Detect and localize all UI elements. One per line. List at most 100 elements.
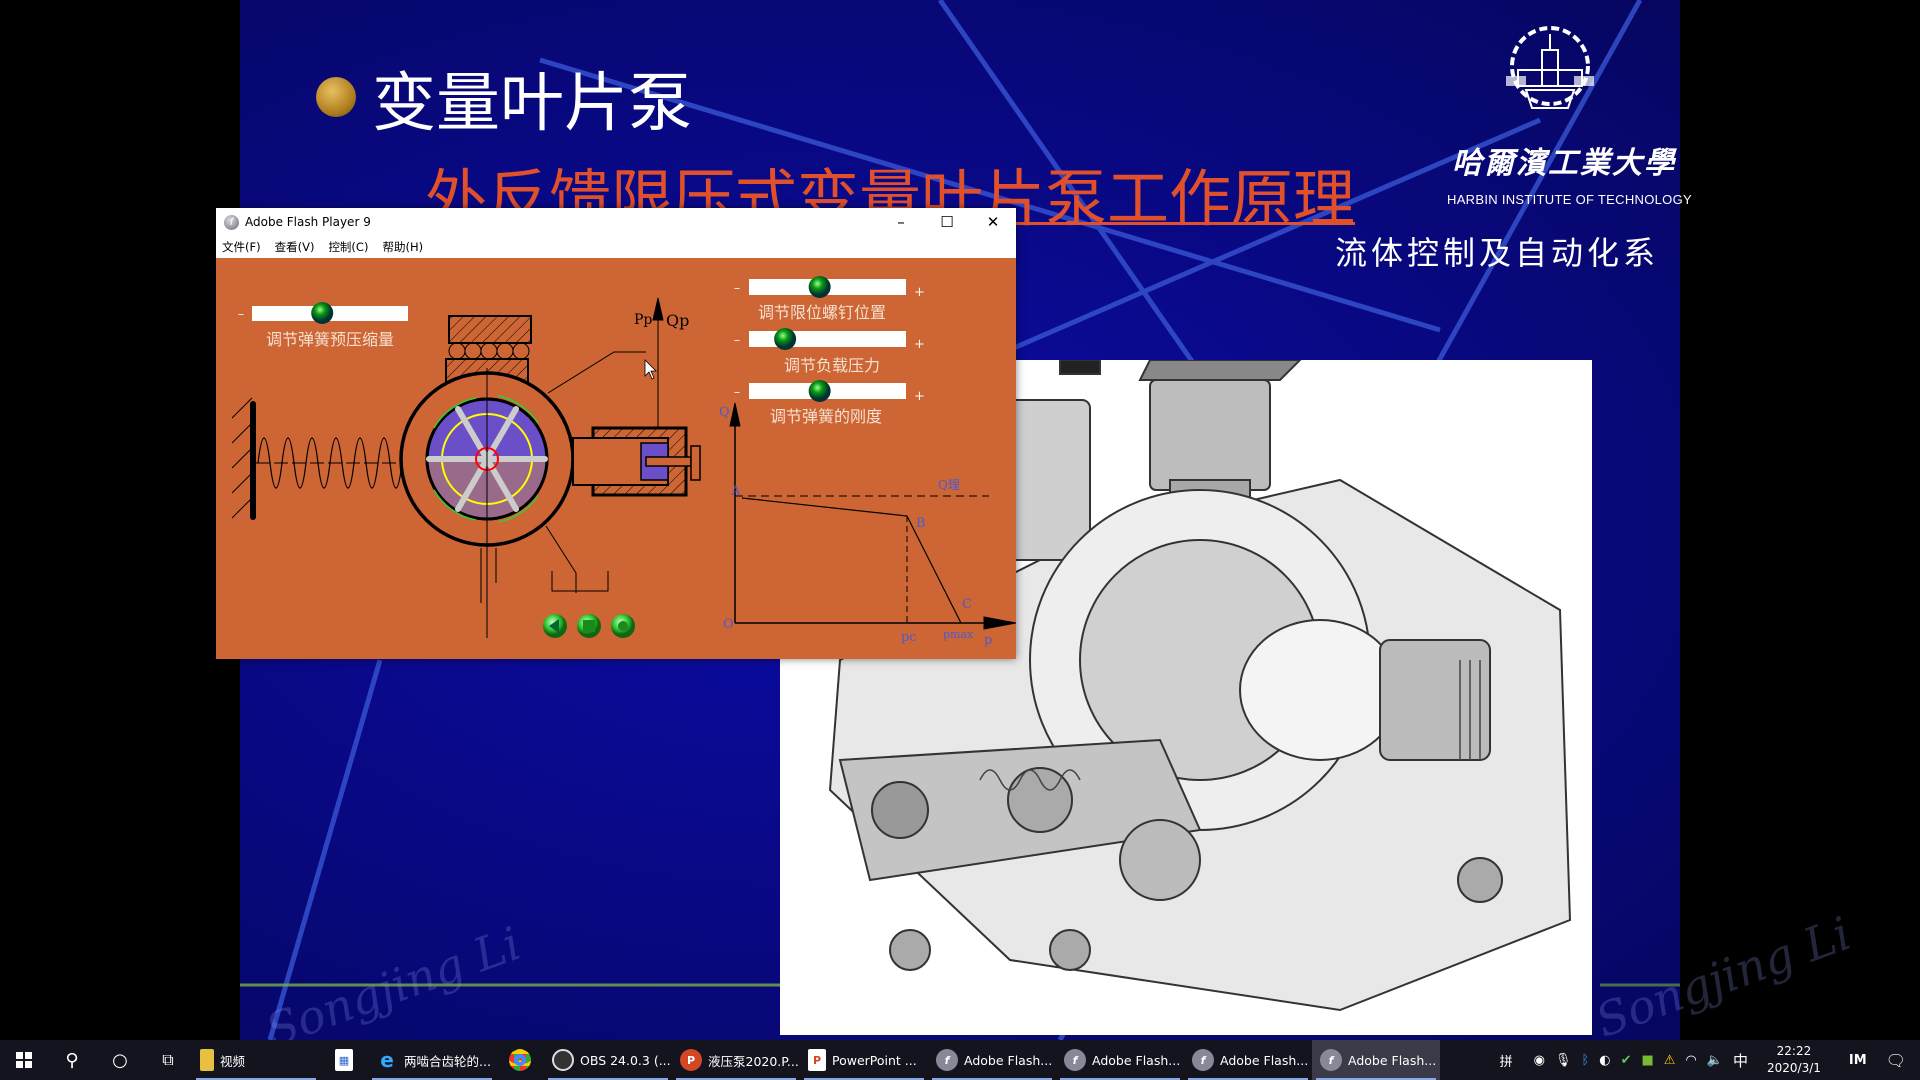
volume-icon[interactable]: 🔈 xyxy=(1707,1053,1723,1068)
slider-minus[interactable]: – xyxy=(734,385,740,399)
notification-icon[interactable]: 🗨 xyxy=(1886,1051,1906,1070)
menu-control[interactable]: 控制(C) xyxy=(328,239,368,255)
menu-view[interactable]: 查看(V) xyxy=(275,239,315,255)
bullet-icon xyxy=(316,77,356,117)
close-button[interactable]: ✕ xyxy=(970,208,1016,236)
menu-bar: 文件(F) 查看(V) 控制(C) 帮助(H) xyxy=(216,236,1016,257)
chrome-icon xyxy=(509,1049,531,1071)
slider-plus[interactable]: + xyxy=(914,285,925,300)
microphone-icon[interactable]: 🎙 xyxy=(1555,1053,1572,1068)
folder-icon xyxy=(200,1049,214,1071)
taskbar-app-flash-3[interactable]: f Adobe Flash... xyxy=(1184,1040,1312,1080)
task-view-icon: ⧉ xyxy=(162,1050,174,1069)
nvidia-icon[interactable]: ■ xyxy=(1642,1053,1654,1068)
language-indicator[interactable]: 中 xyxy=(1733,1050,1748,1071)
search-button[interactable]: ⚲ xyxy=(48,1040,96,1080)
q-axis-label: Q xyxy=(719,405,730,420)
qp-label: Qp xyxy=(666,311,689,330)
task-view-button[interactable]: ⧉ xyxy=(144,1040,192,1080)
taskbar-app-chrome[interactable] xyxy=(496,1040,544,1080)
p-axis-label: p xyxy=(984,633,992,648)
mouse-cursor-icon xyxy=(644,359,657,380)
flash-icon: f xyxy=(1320,1049,1342,1071)
powerpoint-icon: P xyxy=(808,1049,826,1071)
obs-tray-icon[interactable]: ◉ xyxy=(1534,1053,1545,1068)
slider-knob[interactable] xyxy=(311,302,334,324)
taskbar-app-obs[interactable]: OBS 24.0.3 (... xyxy=(544,1040,672,1080)
flash-player-window: f Adobe Flash Player 9 – ☐ ✕ 文件(F) 查看(V)… xyxy=(216,208,1017,659)
taskbar-app-powerpoint[interactable]: P PowerPoint ... xyxy=(800,1040,928,1080)
slider-minus[interactable]: – xyxy=(734,281,740,295)
minimize-button[interactable]: – xyxy=(878,208,924,236)
slider-label: 调节弹簧预压缩量 xyxy=(266,330,394,349)
menu-file[interactable]: 文件(F) xyxy=(222,239,261,255)
start-button[interactable] xyxy=(0,1040,48,1080)
slider-minus[interactable]: – xyxy=(238,307,244,321)
pmax-label: pmax xyxy=(943,628,974,641)
cortana-button[interactable]: ○ xyxy=(96,1040,144,1080)
ime-indicator[interactable]: 拼 xyxy=(1500,1051,1513,1070)
slider-label: 调节限位螺钉位置 xyxy=(758,303,886,322)
slider-plus[interactable]: + xyxy=(914,337,925,352)
clock[interactable]: 22:22 2020/3/1 xyxy=(1767,1043,1821,1077)
university-name-cn: 哈爾濱工業大學 xyxy=(1452,146,1676,181)
obs-icon xyxy=(552,1049,574,1071)
input-tray-icon[interactable]: IM xyxy=(1849,1053,1867,1068)
menu-help[interactable]: 帮助(H) xyxy=(382,239,423,255)
pp-label: Pp xyxy=(634,312,652,328)
taskbar-app-folder[interactable]: 视频 xyxy=(192,1040,320,1080)
taskbar-app-flash-2[interactable]: f Adobe Flash... xyxy=(1056,1040,1184,1080)
slider-limit-screw[interactable] xyxy=(749,276,906,298)
slider-knob[interactable] xyxy=(808,380,831,402)
slider-label: 调节负载压力 xyxy=(784,356,880,375)
characteristic-chart xyxy=(729,402,1017,630)
slider-label: 调节弹簧的刚度 xyxy=(770,407,882,426)
taskbar-app-flash-1[interactable]: f Adobe Flash... xyxy=(928,1040,1056,1080)
window-title: Adobe Flash Player 9 xyxy=(245,215,371,229)
taskbar: ⚲ ○ ⧉ 视频 ▦ e 两啮合齿轮的... OBS 24.0.3 (... P液… xyxy=(0,1040,1920,1080)
play-icon xyxy=(618,621,628,631)
cortana-icon: ○ xyxy=(112,1049,128,1071)
store-icon: ▦ xyxy=(335,1049,353,1071)
stop-button[interactable] xyxy=(577,614,601,638)
flash-icon: f xyxy=(1064,1049,1086,1071)
department-name: 流体控制及自动化系 xyxy=(1335,234,1660,272)
powerpoint-icon: P xyxy=(680,1049,702,1071)
point-b-label: B xyxy=(916,516,926,531)
university-name-en: HARBIN INSTITUTE OF TECHNOLOGY xyxy=(1447,192,1692,207)
slider-minus[interactable]: – xyxy=(734,333,740,347)
flash-icon: f xyxy=(936,1049,958,1071)
rewind-button[interactable] xyxy=(543,614,567,638)
characteristic-curve xyxy=(741,497,962,624)
slider-spring-precompression[interactable] xyxy=(252,302,408,324)
stop-icon xyxy=(583,620,595,632)
taskbar-app-ie[interactable]: e 两啮合齿轮的... xyxy=(368,1040,496,1080)
point-a-label: A xyxy=(730,484,741,499)
windows-icon xyxy=(16,1052,32,1068)
slider-knob[interactable] xyxy=(808,276,831,298)
flash-content: – 调节弹簧预压缩量 – + 调节限位螺钉位置 – + 调节负载压力 – + 调… xyxy=(216,258,1017,659)
slider-knob[interactable] xyxy=(774,328,797,350)
pc-label: pc xyxy=(901,630,917,645)
slide-title: 变量叶片泵 xyxy=(372,67,692,141)
ie-icon: e xyxy=(380,1048,394,1072)
maximize-button[interactable]: ☐ xyxy=(924,208,970,236)
flash-icon: f xyxy=(1192,1049,1214,1071)
flash-icon: f xyxy=(224,214,239,230)
drive-check-icon[interactable]: ✔ xyxy=(1621,1053,1632,1068)
slider-plus[interactable]: + xyxy=(914,389,925,404)
slider-load-pressure[interactable] xyxy=(749,328,906,350)
bluetooth-icon[interactable]: ᛒ xyxy=(1581,1053,1589,1068)
q-theory-label: Q理 xyxy=(938,478,960,492)
play-button[interactable] xyxy=(611,614,635,638)
satellite-icon[interactable]: ◐ xyxy=(1599,1053,1610,1068)
slider-spring-stiffness[interactable] xyxy=(749,380,906,402)
wifi-icon[interactable]: ◠ xyxy=(1685,1053,1696,1068)
origin-label: O xyxy=(723,617,734,632)
taskbar-app-store[interactable]: ▦ xyxy=(320,1040,368,1080)
security-warning-icon[interactable]: ⚠ xyxy=(1664,1053,1676,1068)
point-c-label: C xyxy=(962,597,972,612)
university-logo xyxy=(1506,26,1594,109)
taskbar-app-flash-4[interactable]: f Adobe Flash... xyxy=(1312,1040,1440,1080)
taskbar-app-ppt-file[interactable]: P 液压泵2020.P... xyxy=(672,1040,800,1080)
